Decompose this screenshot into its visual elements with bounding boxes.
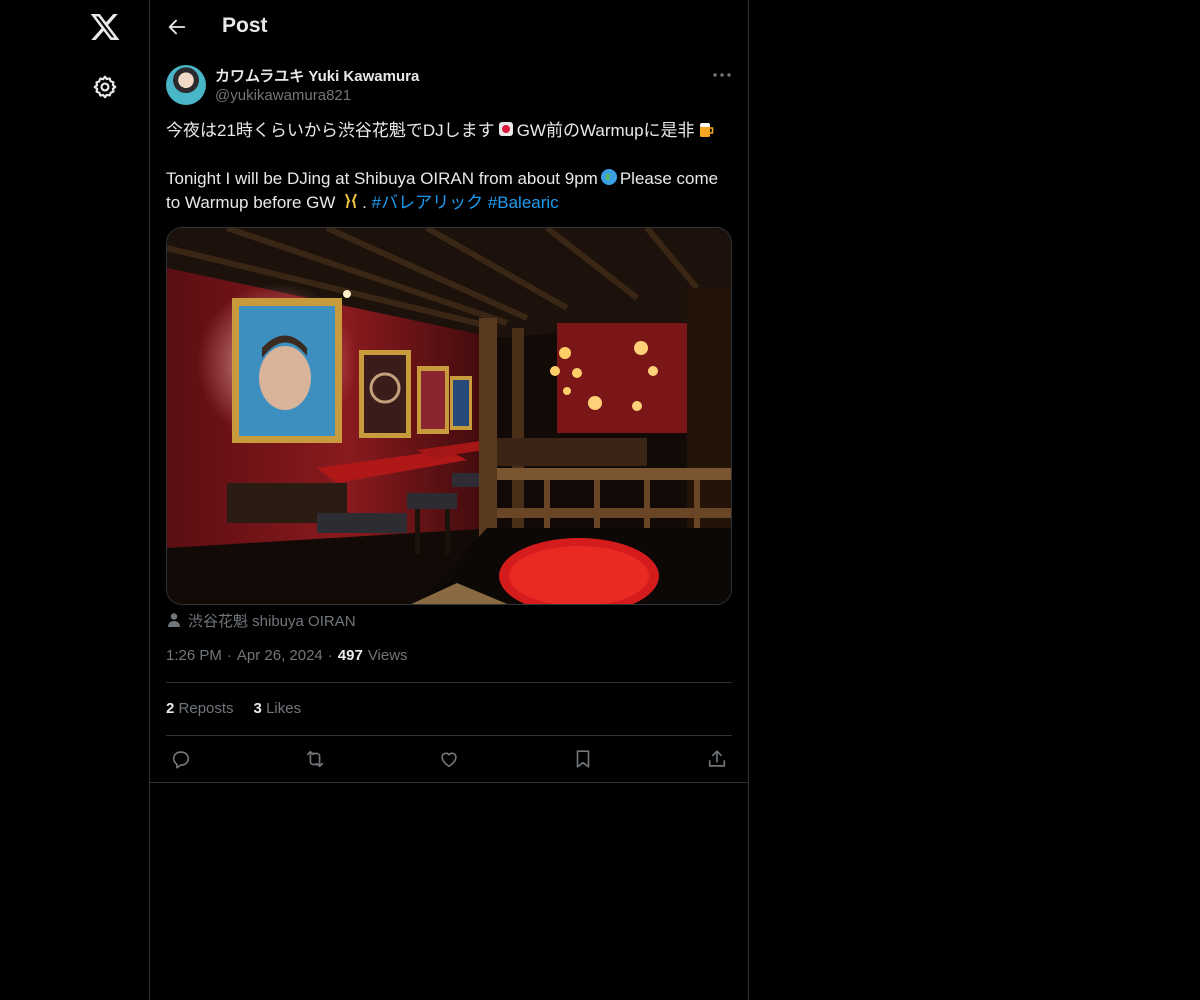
tagged-location[interactable]: 渋谷花魁 shibuya OIRAN (166, 610, 356, 630)
avatar[interactable] (166, 65, 206, 105)
views-label: Views (367, 647, 408, 664)
post-text-jp-b: GW前のWarmupに是非 (516, 121, 695, 140)
engagement-stats: 2 Reposts 3 Likes (166, 700, 301, 717)
page-title: Post (222, 14, 268, 37)
heart-icon[interactable] (438, 748, 460, 770)
left-rail (0, 0, 150, 1000)
beer-emoji-icon (699, 123, 713, 137)
post-text-jp: 今夜は21時くらいから渋谷花魁でDJします GW前のWarmupに是非 (166, 119, 726, 143)
person-icon (168, 613, 180, 627)
post-time[interactable]: 1:26 PM (166, 647, 222, 664)
likes-count: 3 (253, 700, 262, 717)
reply-icon[interactable] (170, 748, 192, 770)
post-image[interactable] (166, 227, 732, 605)
meta-separator: · (327, 647, 333, 664)
bookmark-icon[interactable] (572, 748, 594, 770)
reposts-count: 2 (166, 700, 175, 717)
post-meta: 1:26 PM · Apr 26, 2024 · 497 Views (166, 647, 408, 664)
likes-label: Likes (266, 700, 302, 717)
author-handle[interactable]: @yukikawamura821 (215, 87, 351, 104)
action-bar (150, 736, 748, 782)
globe-emoji-icon (600, 169, 617, 185)
divider (166, 682, 732, 683)
author-name[interactable]: カワムラユキ Yuki Kawamura (215, 65, 419, 86)
alarm-light-emoji-icon (498, 122, 513, 136)
post-text-en: Tonight I will be DJing at Shibuya OIRAN… (166, 167, 726, 215)
post-text-jp-a: 今夜は21時くらいから渋谷花魁でDJします (166, 121, 495, 140)
repost-icon[interactable] (304, 748, 326, 770)
gear-icon[interactable] (92, 74, 118, 100)
likes-stat[interactable]: 3 Likes (254, 700, 302, 717)
bar-interior-photo (167, 228, 731, 604)
views-count: 497 (337, 647, 363, 664)
post-column: Post カワムラユキ Yuki Kawamura @yukikawamura8… (149, 0, 749, 1000)
post-text-en-c: . (362, 193, 372, 212)
post-text: 今夜は21時くらいから渋谷花魁でDJします GW前のWarmupに是非 Tonig… (166, 119, 726, 239)
meta-separator: · (226, 647, 232, 664)
champagne-emoji-icon (345, 193, 358, 209)
reposts-stat[interactable]: 2 Reposts (166, 700, 234, 717)
location-label: 渋谷花魁 shibuya OIRAN (188, 612, 356, 630)
reposts-label: Reposts (178, 700, 234, 717)
hashtag-link[interactable]: #バレアリック (372, 193, 483, 212)
post-date[interactable]: Apr 26, 2024 (237, 647, 323, 664)
hashtag-link[interactable]: #Balearic (488, 193, 559, 212)
x-logo-icon[interactable] (89, 11, 121, 43)
divider (150, 782, 748, 783)
arrow-left-icon[interactable] (166, 16, 188, 38)
more-horizontal-icon[interactable] (712, 70, 732, 80)
post-text-en-a: Tonight I will be DJing at Shibuya OIRAN… (166, 169, 598, 188)
share-icon[interactable] (706, 748, 728, 770)
post-header: Post (150, 0, 748, 54)
